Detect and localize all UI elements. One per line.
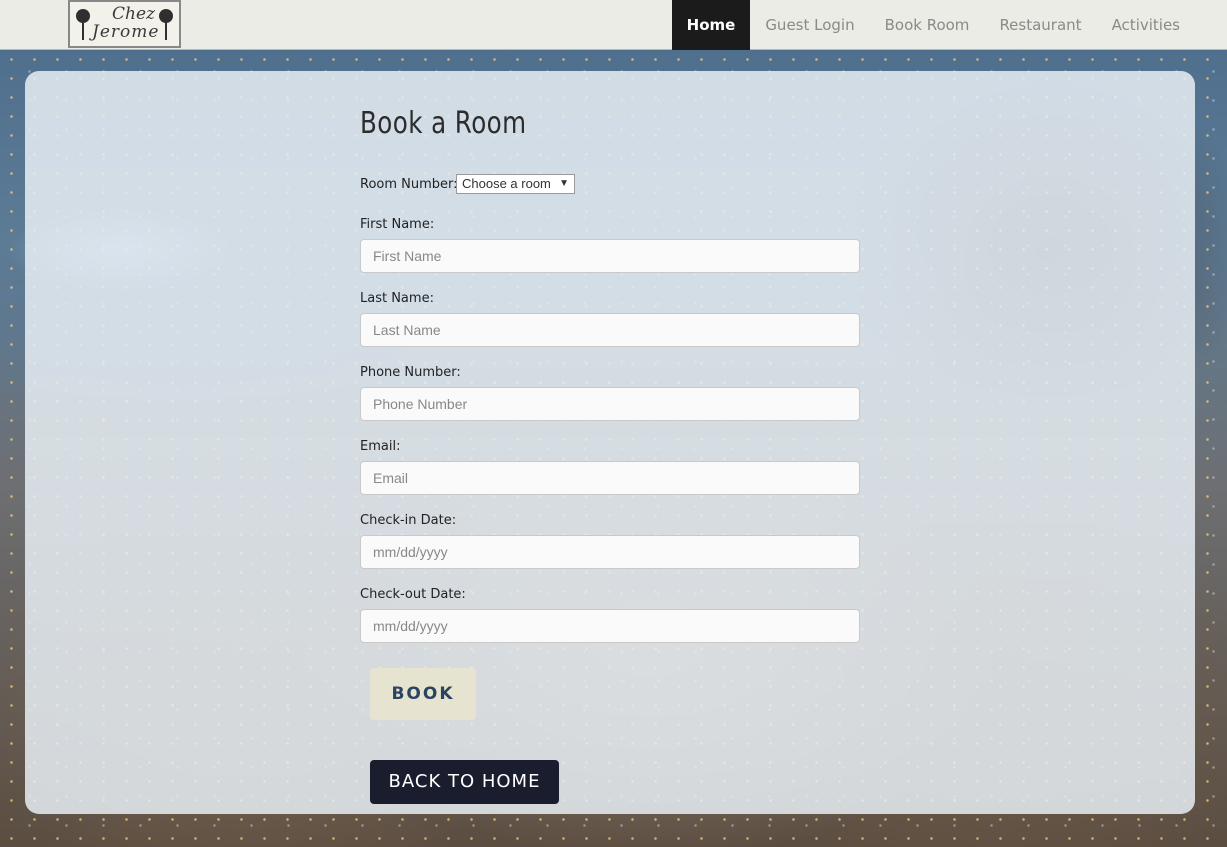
nav-guest-login[interactable]: Guest Login	[750, 0, 869, 50]
logo-text-line2: Jerome	[92, 22, 160, 42]
last-name-input[interactable]	[360, 313, 860, 347]
room-number-label: Room Number:	[360, 177, 458, 192]
page-title: Book a Room	[360, 106, 527, 141]
logo-text-line1: Chez	[112, 4, 155, 24]
tree-left-trunk	[82, 20, 84, 40]
checkout-date-label: Check-out Date:	[360, 587, 466, 602]
logo[interactable]: Chez Jerome	[68, 0, 181, 48]
phone-number-input[interactable]	[360, 387, 860, 421]
last-name-label: Last Name:	[360, 291, 434, 306]
checkin-date-label: Check-in Date:	[360, 513, 457, 528]
navbar: Chez Jerome Home Guest Login Book Room R…	[0, 0, 1227, 50]
email-input[interactable]	[360, 461, 860, 495]
dropdown-arrow-icon: ▼	[559, 178, 569, 189]
back-to-home-button[interactable]: BACK TO HOME	[370, 760, 559, 804]
book-button[interactable]: BOOK	[370, 668, 476, 720]
nav-activities[interactable]: Activities	[1097, 0, 1195, 50]
room-number-selected-value: Choose a room	[462, 176, 551, 191]
checkout-date-input[interactable]	[360, 609, 860, 643]
nav-menu: Home Guest Login Book Room Restaurant Ac…	[671, 0, 1195, 50]
first-name-input[interactable]	[360, 239, 860, 273]
booking-panel	[25, 71, 1195, 814]
nav-home[interactable]: Home	[671, 0, 751, 50]
room-number-select[interactable]: Choose a room ▼	[456, 174, 575, 194]
email-label: Email:	[360, 439, 401, 454]
checkin-date-input[interactable]	[360, 535, 860, 569]
nav-restaurant[interactable]: Restaurant	[984, 0, 1096, 50]
nav-book-room[interactable]: Book Room	[870, 0, 985, 50]
tree-right-trunk	[165, 20, 167, 40]
phone-number-label: Phone Number:	[360, 365, 461, 380]
first-name-label: First Name:	[360, 217, 435, 232]
